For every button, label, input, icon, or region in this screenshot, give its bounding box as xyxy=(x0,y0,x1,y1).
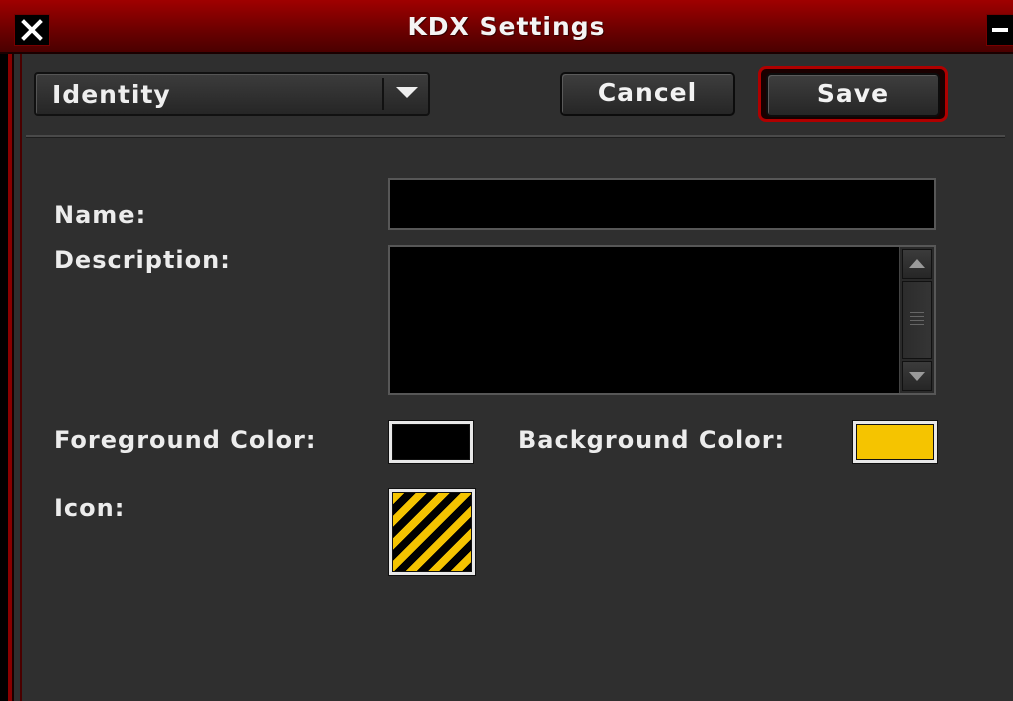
save-button[interactable]: Save xyxy=(766,73,940,117)
scroll-up-button[interactable] xyxy=(902,249,932,279)
foreground-color-swatch[interactable] xyxy=(388,420,474,464)
description-scrollbar[interactable] xyxy=(899,247,934,393)
grip-line xyxy=(910,320,924,321)
dropdown-divider xyxy=(382,78,384,110)
background-color-swatch[interactable] xyxy=(852,420,938,464)
window-title: KDX Settings xyxy=(407,12,606,41)
description-box xyxy=(388,245,936,395)
background-color-label: Background Color: xyxy=(518,426,786,454)
foreground-color-label: Foreground Color: xyxy=(54,426,317,454)
foreground-color-fill xyxy=(392,424,470,460)
grip-line xyxy=(910,324,924,325)
title-bar[interactable]: KDX Settings xyxy=(0,0,1013,54)
section-dropdown-value: Identity xyxy=(52,80,171,109)
grip-line xyxy=(910,312,924,313)
minimize-icon xyxy=(992,28,1008,32)
arrow-down-icon xyxy=(909,372,925,381)
save-button-focus-ring: Save xyxy=(758,66,948,122)
description-label: Description: xyxy=(54,246,231,274)
chevron-down-icon xyxy=(396,87,418,98)
settings-window: KDX Settings Identity Cancel Save Name: … xyxy=(0,0,1013,701)
toolbar-divider xyxy=(26,135,1005,138)
icon-picker[interactable] xyxy=(388,488,476,576)
scroll-thumb[interactable] xyxy=(902,281,932,359)
name-label: Name: xyxy=(54,201,147,229)
window-left-border xyxy=(0,54,14,701)
cancel-button[interactable]: Cancel xyxy=(560,72,735,116)
name-field[interactable] xyxy=(388,178,936,230)
section-dropdown[interactable]: Identity xyxy=(34,72,430,116)
icon-label: Icon: xyxy=(54,494,126,522)
settings-panel: Identity Cancel Save Name: Description: xyxy=(20,54,1013,701)
minimize-button[interactable] xyxy=(986,14,1013,46)
arrow-up-icon xyxy=(909,259,925,268)
hazard-stripes-icon xyxy=(392,492,472,572)
scroll-down-button[interactable] xyxy=(902,361,932,391)
background-color-fill xyxy=(856,424,934,460)
description-field[interactable] xyxy=(390,247,900,393)
grip-line xyxy=(910,316,924,317)
